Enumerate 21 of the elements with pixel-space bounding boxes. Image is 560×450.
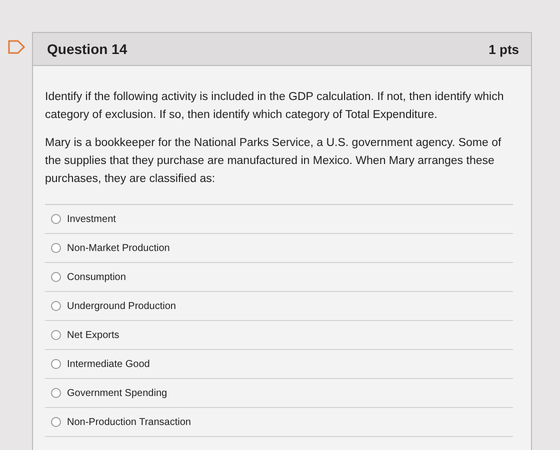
answer-option[interactable]: Non-Market Production bbox=[45, 234, 513, 263]
radio-button[interactable] bbox=[51, 243, 61, 253]
answer-option[interactable]: Intermediate Good bbox=[45, 350, 513, 379]
answer-option[interactable]: Government Spending bbox=[45, 379, 513, 408]
radio-button[interactable] bbox=[51, 330, 61, 340]
question-text: Mary is a bookkeeper for the National Parks Service, a U.S. government agency. Some of the supplies that they purchase are manufactured in Mexico. When Mary arranges these purchases, they are classified as: bbox=[45, 136, 502, 187]
radio-button[interactable] bbox=[51, 359, 61, 369]
question-text: Identify if the following activity is included in the GDP calculation. If not, then identify which category of exclusion. If so, then identify which category of Total Expenditure. bbox=[45, 90, 505, 123]
radio-button[interactable] bbox=[51, 301, 61, 311]
answer-option[interactable]: Non-Production Transaction bbox=[45, 408, 513, 437]
answer-option[interactable]: Net Exports bbox=[45, 321, 513, 350]
answer-option[interactable]: Consumption bbox=[45, 263, 513, 292]
radio-button[interactable] bbox=[51, 417, 61, 427]
answer-option[interactable]: Underground Production bbox=[45, 292, 513, 321]
question-title: Question 14 bbox=[47, 41, 128, 57]
flag-icon[interactable] bbox=[8, 40, 26, 54]
points-label: 1 pts bbox=[488, 42, 519, 56]
radio-button[interactable] bbox=[51, 272, 61, 282]
answer-option[interactable]: Investment bbox=[45, 205, 513, 234]
radio-button[interactable] bbox=[51, 214, 61, 224]
radio-button[interactable] bbox=[51, 388, 61, 398]
